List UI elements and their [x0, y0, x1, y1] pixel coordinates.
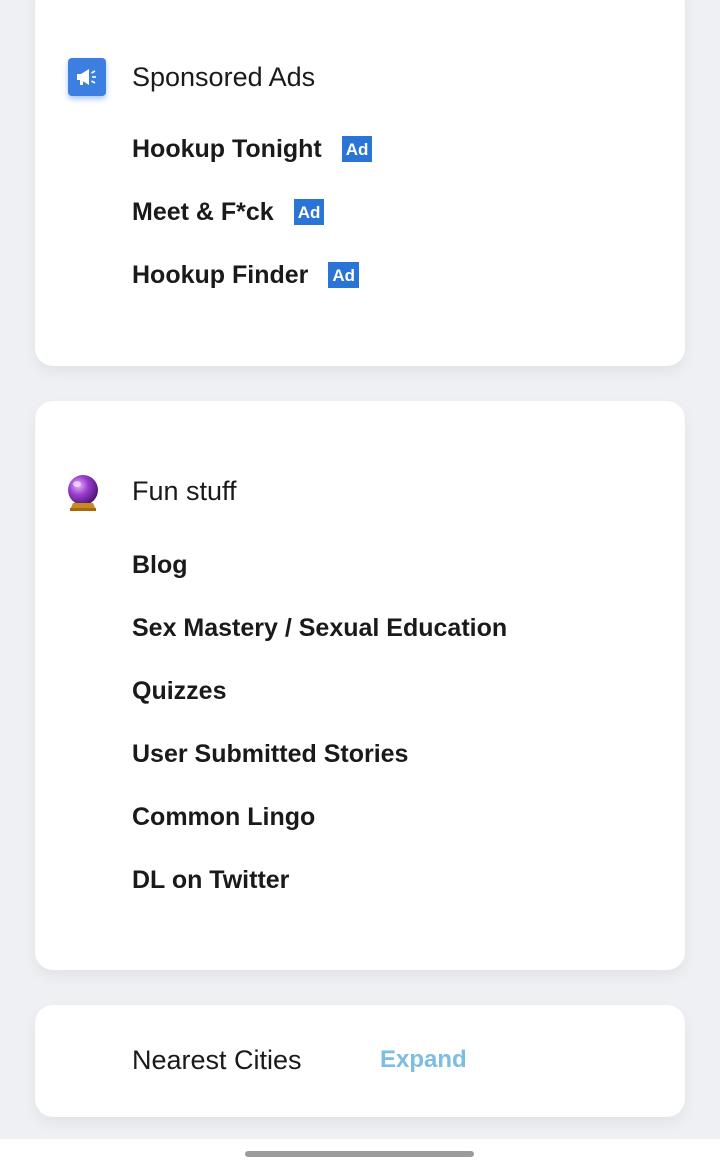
fun-link-sex-mastery[interactable]: Sex Mastery / Sexual Education — [132, 616, 507, 641]
fun-stuff-title: Fun stuff — [132, 476, 237, 506]
ad-link-label: Hookup Tonight — [132, 134, 322, 163]
sponsored-ads-title: Sponsored Ads — [132, 62, 316, 92]
fun-link-common-lingo[interactable]: Common Lingo — [132, 805, 315, 830]
ad-badge: Ad — [328, 262, 360, 288]
ad-link-hookup-tonight[interactable]: Hookup Tonight Ad — [132, 134, 373, 163]
ad-link-label: Meet & F*ck — [132, 197, 274, 226]
sponsored-ads-card: Sponsored Ads Hookup Tonight Ad Meet & F… — [35, 0, 685, 366]
fun-link-user-stories[interactable]: User Submitted Stories — [132, 742, 408, 767]
ad-link-meet-and-fck[interactable]: Meet & F*ck Ad — [132, 197, 325, 226]
fun-stuff-card: Fun stuff Blog Sex Mastery / Sexual Educ… — [35, 401, 685, 970]
fun-link-quizzes[interactable]: Quizzes — [132, 679, 226, 704]
crystal-ball-icon — [64, 473, 102, 511]
nearest-cities-title: Nearest Cities — [132, 1045, 302, 1075]
expand-link[interactable]: Expand — [380, 1048, 467, 1072]
fun-link-dl-on-twitter[interactable]: DL on Twitter — [132, 868, 289, 893]
ad-link-label: Hookup Finder — [132, 260, 309, 289]
nearest-cities-card: Nearest Cities Expand — [35, 1005, 685, 1117]
fun-link-blog[interactable]: Blog — [132, 553, 188, 578]
home-indicator[interactable] — [245, 1151, 474, 1157]
megaphone-icon — [68, 58, 106, 96]
ad-badge: Ad — [293, 199, 325, 225]
ad-badge: Ad — [341, 136, 373, 162]
ad-link-hookup-finder[interactable]: Hookup Finder Ad — [132, 260, 360, 289]
